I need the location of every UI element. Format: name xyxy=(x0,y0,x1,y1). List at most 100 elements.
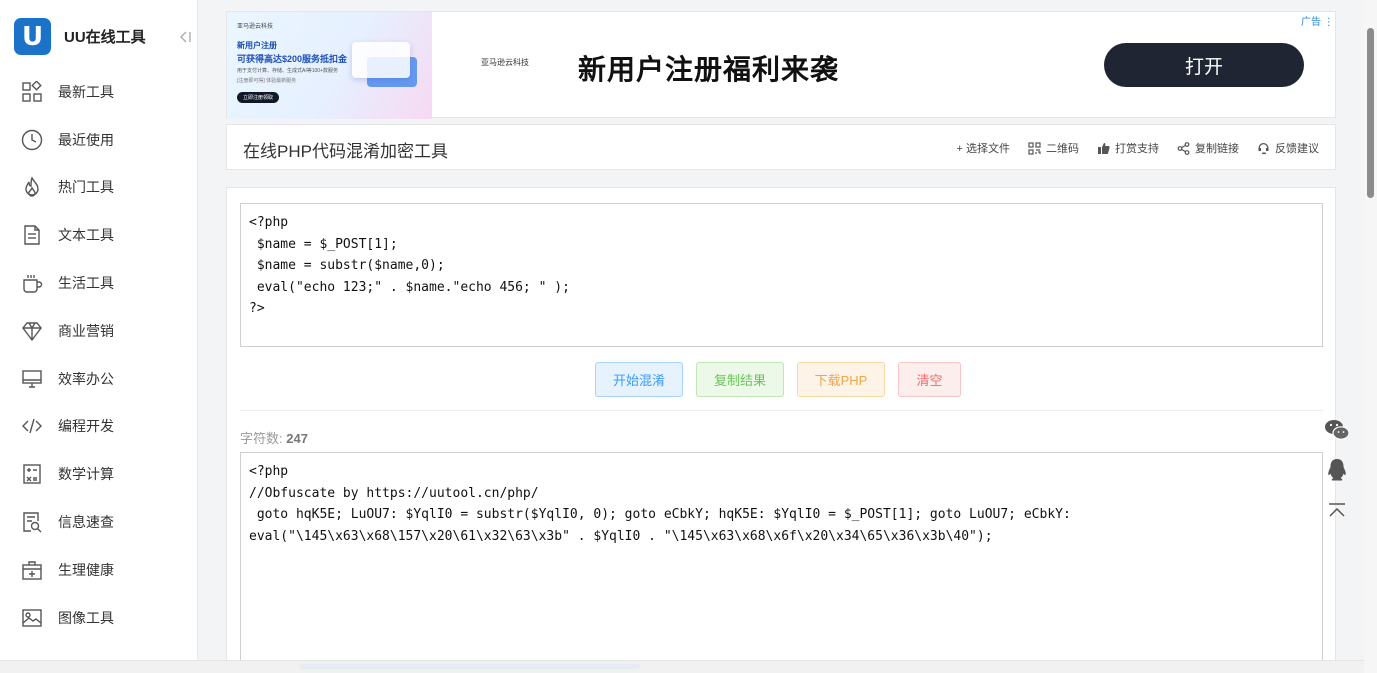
image-icon xyxy=(20,606,44,630)
ad-label[interactable]: 广告 ⋮ xyxy=(1301,13,1334,28)
obfuscate-button[interactable]: 开始混淆 xyxy=(595,362,683,397)
logo[interactable]: U xyxy=(14,18,51,55)
page-title: 在线PHP代码混淆加密工具 xyxy=(243,142,448,161)
sidebar-item-label: 图像工具 xyxy=(58,609,114,626)
sidebar-nav: 最新工具 最近使用 热门工具 文本工具 生活工具 商业营销 效率办公 编程开发 … xyxy=(0,68,198,642)
sidebar-item-hot[interactable]: 热门工具 xyxy=(0,164,198,212)
sidebar-item-label: 最新工具 xyxy=(58,83,114,100)
ad-thumb-button: 立即注册领取 xyxy=(237,92,280,103)
sidebar-item-latest[interactable]: 最新工具 xyxy=(0,68,198,116)
sidebar: U UU在线工具 最新工具 最近使用 热门工具 文本工具 生活工具 商业营销 效… xyxy=(0,0,198,673)
back-to-top-button[interactable] xyxy=(1322,490,1352,530)
action-label: 打赏支持 xyxy=(1115,143,1159,155)
sidebar-item-dev[interactable]: 编程开发 xyxy=(0,403,198,451)
brand[interactable]: U UU在线工具 xyxy=(14,18,146,55)
ad-thumb-line2: 可获得高达$200服务抵扣金 xyxy=(237,54,348,64)
download-php-button[interactable]: 下载PHP xyxy=(797,362,885,397)
php-output-textarea[interactable]: <?php //Obfuscate by https://uutool.cn/p… xyxy=(240,452,1323,673)
sidebar-item-office[interactable]: 效率办公 xyxy=(0,355,198,403)
copy-link-button[interactable]: 复制链接 xyxy=(1177,140,1239,156)
qrcode-button[interactable]: 二维码 xyxy=(1028,140,1079,156)
calculator-icon xyxy=(20,462,44,486)
action-label: 反馈建议 xyxy=(1275,143,1319,155)
sidebar-item-image[interactable]: 图像工具 xyxy=(0,594,198,642)
char-count-value: 247 xyxy=(286,431,308,446)
ad-brand: 亚马逊云科技 xyxy=(481,58,529,67)
sidebar-item-lookup[interactable]: 信息速查 xyxy=(0,498,198,546)
sidebar-item-label: 生理健康 xyxy=(58,561,114,578)
brand-name[interactable]: UU在线工具 xyxy=(64,26,146,47)
feedback-button[interactable]: 反馈建议 xyxy=(1257,140,1319,156)
medkit-icon xyxy=(20,558,44,582)
ad-image[interactable]: 亚马逊云科技 新用户注册 可获得高达$200服务抵扣金 用于支付计算、存储、生成… xyxy=(227,12,432,119)
ad-thumb-line1: 新用户注册 xyxy=(237,41,277,50)
action-label: 二维码 xyxy=(1046,143,1079,155)
code-icon xyxy=(20,414,44,438)
donate-button[interactable]: 打赏支持 xyxy=(1097,140,1159,156)
diamond-icon xyxy=(20,319,44,343)
copy-result-button[interactable]: 复制结果 xyxy=(696,362,784,397)
clear-button[interactable]: 清空 xyxy=(898,362,961,397)
sidebar-item-health[interactable]: 生理健康 xyxy=(0,546,198,594)
sidebar-item-label: 数学计算 xyxy=(58,466,114,483)
ad-thumb-line4: [注册即可得] 体验最新服务 xyxy=(237,78,297,84)
sidebar-item-math[interactable]: 数学计算 xyxy=(0,450,198,498)
ad-open-button[interactable]: 打开 xyxy=(1104,43,1304,87)
select-file-button[interactable]: + 选择文件 xyxy=(957,140,1010,156)
sidebar-item-text[interactable]: 文本工具 xyxy=(0,211,198,259)
sidebar-item-marketing[interactable]: 商业营销 xyxy=(0,307,198,355)
vertical-scrollbar[interactable] xyxy=(1364,0,1377,673)
sidebar-item-label: 生活工具 xyxy=(58,275,114,292)
sidebar-item-label: 最近使用 xyxy=(58,131,114,148)
search-doc-icon xyxy=(20,510,44,534)
char-count-label: 字符数: xyxy=(240,431,283,446)
flame-icon xyxy=(20,175,44,199)
php-input-textarea[interactable]: <?php $name = $_POST[1]; $name = substr(… xyxy=(240,203,1323,347)
collapse-icon xyxy=(180,31,191,43)
ad-thumb-card xyxy=(352,42,410,78)
qq-button[interactable] xyxy=(1322,450,1352,490)
app-root: U UU在线工具 最新工具 最近使用 热门工具 文本工具 生活工具 商业营销 效… xyxy=(0,0,1377,673)
qq-icon xyxy=(1328,459,1346,481)
sidebar-item-label: 编程开发 xyxy=(58,418,114,435)
action-label: 复制链接 xyxy=(1195,143,1239,155)
ad-label-text: 广告 xyxy=(1301,17,1321,28)
ad-banner[interactable]: 亚马逊云科技 新用户注册 可获得高达$200服务抵扣金 用于支付计算、存储、生成… xyxy=(226,11,1336,119)
more-icon: ⋮ xyxy=(1323,17,1334,28)
clock-icon xyxy=(20,128,44,152)
qrcode-icon xyxy=(1028,141,1041,155)
action-buttons: 开始混淆 复制结果 下载PHP 清空 xyxy=(595,362,974,397)
sidebar-item-label: 商业营销 xyxy=(58,322,114,339)
scrollbar-thumb[interactable] xyxy=(1367,28,1374,198)
divider xyxy=(240,410,1323,411)
sidebar-item-label: 文本工具 xyxy=(58,227,114,244)
monitor-icon xyxy=(20,367,44,391)
document-icon xyxy=(20,223,44,247)
ad-headline: 新用户注册福利来袭 xyxy=(578,54,840,85)
char-count: 字符数: 247 xyxy=(240,428,308,447)
action-label: + 选择文件 xyxy=(956,143,1010,155)
horizontal-scrollbar[interactable] xyxy=(0,660,1364,673)
thumbs-up-icon xyxy=(1097,142,1110,155)
main-content: 亚马逊云科技 新用户注册 可获得高达$200服务抵扣金 用于支付计算、存储、生成… xyxy=(226,0,1336,673)
scrollbar-thumb[interactable] xyxy=(300,664,640,669)
floating-actions xyxy=(1322,410,1352,530)
sidebar-item-label: 效率办公 xyxy=(58,370,114,387)
ad-thumb-line3: 用于支付计算、存储、生成式AI等100+款服务 xyxy=(237,68,338,74)
share-icon xyxy=(1177,141,1190,155)
tool-actions: + 选择文件 二维码 打赏支持 复制链接 反馈建议 xyxy=(939,140,1319,156)
back-to-top-icon xyxy=(1329,503,1345,517)
wechat-icon xyxy=(1325,420,1350,440)
tool-header: 在线PHP代码混淆加密工具 + 选择文件 二维码 打赏支持 复制链接 反馈建议 xyxy=(226,124,1336,170)
headset-icon xyxy=(1257,142,1270,155)
wechat-button[interactable] xyxy=(1322,410,1352,450)
sidebar-item-life[interactable]: 生活工具 xyxy=(0,259,198,307)
sidebar-item-recent[interactable]: 最近使用 xyxy=(0,116,198,164)
collapse-sidebar-button[interactable] xyxy=(175,26,195,48)
sidebar-item-label: 信息速查 xyxy=(58,514,114,531)
ad-thumb-brand: 亚马逊云科技 xyxy=(237,24,274,30)
cup-icon xyxy=(20,271,44,295)
sidebar-item-label: 热门工具 xyxy=(58,179,114,196)
grid-icon xyxy=(20,80,44,104)
tool-workspace: <?php $name = $_POST[1]; $name = substr(… xyxy=(226,187,1336,673)
